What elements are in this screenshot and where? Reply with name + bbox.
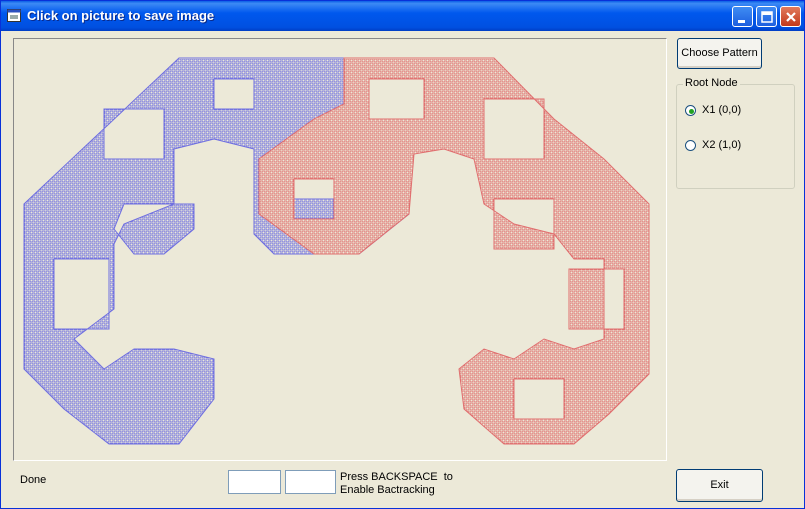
title-bar[interactable]: Click on picture to save image: [1, 1, 804, 31]
close-button[interactable]: [780, 6, 801, 27]
exit-button[interactable]: Exit: [676, 469, 763, 502]
maximize-icon: [761, 11, 773, 23]
text-box-1[interactable]: [228, 470, 281, 494]
radio-x1[interactable]: X1 (0,0): [685, 104, 795, 119]
radio-selected-dot: [689, 109, 694, 114]
root-node-group: Root Node X1 (0,0) X2 (1,0): [676, 77, 795, 189]
minimize-button[interactable]: [732, 6, 753, 27]
hint-line-1: Press BACKSPACE to: [340, 471, 453, 483]
fractal-canvas[interactable]: [13, 38, 667, 461]
radio-x1-circle[interactable]: [685, 105, 696, 116]
root-node-legend: Root Node: [683, 77, 740, 89]
choose-pattern-button[interactable]: Choose Pattern: [677, 38, 762, 69]
maximize-button[interactable]: [756, 6, 777, 27]
radio-x2-label[interactable]: X2 (1,0): [702, 139, 741, 151]
hint-line-2: Enable Bactracking: [340, 484, 435, 496]
backtracking-hint: Press BACKSPACE to Enable Bactracking: [340, 471, 453, 497]
radio-x1-label[interactable]: X1 (0,0): [702, 104, 741, 116]
text-box-2[interactable]: [285, 470, 336, 494]
status-text: Done: [20, 474, 47, 486]
radio-x2-circle[interactable]: [685, 140, 696, 151]
app-icon: [7, 9, 21, 22]
minimize-icon: [738, 20, 745, 23]
app-window: Click on picture to save image Choose Pa…: [0, 0, 805, 509]
radio-x2[interactable]: X2 (1,0): [685, 139, 795, 154]
window-title: Click on picture to save image: [27, 8, 215, 23]
fractal-picture: [23, 57, 650, 445]
close-icon: [786, 12, 796, 22]
